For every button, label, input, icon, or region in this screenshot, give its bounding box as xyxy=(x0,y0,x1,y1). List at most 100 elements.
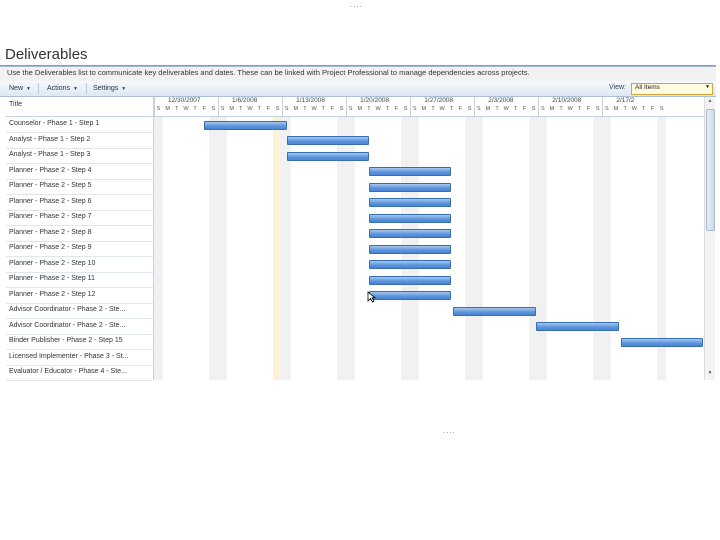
chevron-down-icon: ▼ xyxy=(121,85,127,92)
gantt-grid: Title Counselor - Phase 1 - Step 1 Analys… xyxy=(0,97,716,381)
task-title: Planner - Phase 2 - Step 12 xyxy=(9,290,96,298)
day-header: M xyxy=(613,106,619,112)
description-bar: Use the Deliverables list to communicate… xyxy=(0,67,716,82)
task-title: Binder Publisher - Phase 2 - Step 15 xyxy=(9,337,123,344)
task-row[interactable]: Counselor - Phase 1 - Step 1 xyxy=(6,117,153,133)
task-bar[interactable] xyxy=(369,260,452,269)
task-title: Analyst - Phase 1 - Step 3 xyxy=(9,151,91,158)
task-bar[interactable] xyxy=(286,136,370,145)
week-header: 1/6/2008 xyxy=(232,97,258,104)
week-header: 2/3/2008 xyxy=(488,97,514,104)
task-title: Advisor Coordinator - Phase 2 - Ste... xyxy=(9,321,126,329)
task-row[interactable]: Planner - Phase 2 - Step 12 xyxy=(6,288,153,304)
week-header: 1/20/2008 xyxy=(360,97,390,104)
day-header: S xyxy=(339,106,344,112)
day-header: F xyxy=(394,106,399,112)
new-button[interactable]: New ▼ xyxy=(9,83,31,94)
task-row[interactable]: Planner - Phase 2 - Step 10 xyxy=(6,257,153,273)
task-bar[interactable] xyxy=(369,244,452,254)
task-bar[interactable] xyxy=(369,291,452,300)
day-header: T xyxy=(513,106,518,112)
task-row[interactable]: Planner - Phase 2 - Step 5 xyxy=(6,179,153,195)
scroll-thumb[interactable] xyxy=(706,109,715,231)
task-bar[interactable] xyxy=(369,182,452,192)
day-header: S xyxy=(284,106,289,112)
day-header: S xyxy=(220,106,225,112)
day-header: F xyxy=(266,106,270,112)
day-header: F xyxy=(330,106,335,112)
task-row[interactable]: Planner - Phase 2 - Step 4 xyxy=(6,164,153,180)
header-rule xyxy=(154,116,704,117)
day-header: M xyxy=(549,106,555,112)
chevron-down-icon: ▼ xyxy=(26,85,31,92)
task-bar[interactable] xyxy=(453,306,536,316)
task-row[interactable]: Advisor Coordinator - Phase 2 - Ste... xyxy=(6,303,153,319)
day-header: T xyxy=(449,106,453,112)
weekend-column xyxy=(474,117,484,380)
view-select[interactable]: All Items ▼ xyxy=(631,83,713,95)
task-bar[interactable] xyxy=(369,275,452,285)
task-bar[interactable] xyxy=(369,167,452,176)
task-bar[interactable] xyxy=(620,337,703,347)
day-header: M xyxy=(229,106,234,112)
day-header: W xyxy=(311,106,317,112)
day-header: T xyxy=(239,106,243,112)
day-header: T xyxy=(495,106,499,112)
title-column-header[interactable]: Title xyxy=(6,97,153,117)
day-header: F xyxy=(202,106,206,112)
settings-button[interactable]: Settings ▼ xyxy=(93,83,126,94)
actions-label: Actions xyxy=(47,85,70,92)
title-column: Title Counselor - Phase 1 - Step 1 Analys… xyxy=(6,97,154,381)
task-bar[interactable] xyxy=(204,120,287,130)
day-header: S xyxy=(211,106,216,112)
day-header: M xyxy=(485,106,491,112)
task-row[interactable]: Analyst - Phase 1 - Step 2 xyxy=(6,133,153,149)
day-header: S xyxy=(467,106,472,112)
task-row[interactable]: Planner - Phase 2 - Step 9 xyxy=(6,241,153,257)
actions-button[interactable]: Actions ▼ xyxy=(47,83,78,94)
day-header: M xyxy=(165,106,170,112)
task-title: Evaluator / Educator - Phase 4 - Ste... xyxy=(9,368,127,375)
task-title: Planner - Phase 2 - Step 7 xyxy=(9,213,92,220)
day-header: T xyxy=(641,106,646,112)
day-header: S xyxy=(275,106,280,112)
task-bar[interactable] xyxy=(369,198,452,207)
task-title: Planner - Phase 2 - Step 8 xyxy=(9,228,92,236)
settings-label: Settings xyxy=(93,85,119,92)
task-title: Planner - Phase 2 - Step 9 xyxy=(9,244,92,251)
task-row[interactable]: Licensed Implementer - Phase 3 - St... xyxy=(6,350,153,366)
week-header: 2/10/2008 xyxy=(552,97,582,104)
task-row[interactable]: Planner - Phase 2 - Step 11 xyxy=(6,272,153,288)
task-row[interactable]: Evaluator / Educator - Phase 4 - Ste... xyxy=(6,365,153,381)
task-bar[interactable] xyxy=(369,213,452,223)
task-row[interactable]: Binder Publisher - Phase 2 - Step 15 xyxy=(6,334,153,350)
task-bar[interactable] xyxy=(286,151,370,161)
day-header: F xyxy=(522,106,527,112)
title-header-label: Title xyxy=(9,101,22,108)
weekend-column xyxy=(538,117,548,380)
day-header: T xyxy=(175,106,179,112)
vertical-scrollbar[interactable]: ▲ ▼ xyxy=(704,97,715,380)
task-title: Analyst - Phase 1 - Step 2 xyxy=(9,135,91,143)
day-header: S xyxy=(659,106,664,112)
task-bar[interactable] xyxy=(369,229,452,238)
task-title: Planner - Phase 2 - Step 11 xyxy=(9,275,95,282)
top-dots: .... xyxy=(350,0,363,9)
task-row[interactable]: Planner - Phase 2 - Step 8 xyxy=(6,226,153,242)
task-row[interactable]: Planner - Phase 2 - Step 7 xyxy=(6,210,153,226)
week-header: 1/27/2008 xyxy=(424,97,454,104)
task-title: Advisor Coordinator - Phase 2 - Ste... xyxy=(9,306,126,313)
day-header: W xyxy=(567,106,573,112)
day-header: F xyxy=(586,106,591,112)
title-bar: Deliverables xyxy=(0,44,716,66)
toolbar-separator xyxy=(38,83,39,94)
mouse-cursor-icon xyxy=(367,290,377,303)
task-bar[interactable] xyxy=(536,322,619,331)
scroll-down-icon[interactable]: ▼ xyxy=(706,370,714,378)
task-row[interactable]: Planner - Phase 2 - Step 6 xyxy=(6,195,153,211)
task-row[interactable]: Advisor Coordinator - Phase 2 - Ste... xyxy=(6,319,153,335)
scroll-up-icon[interactable]: ▲ xyxy=(706,98,714,106)
weekend-column xyxy=(465,117,475,380)
day-header: W xyxy=(375,106,381,112)
task-row[interactable]: Analyst - Phase 1 - Step 3 xyxy=(6,148,153,164)
